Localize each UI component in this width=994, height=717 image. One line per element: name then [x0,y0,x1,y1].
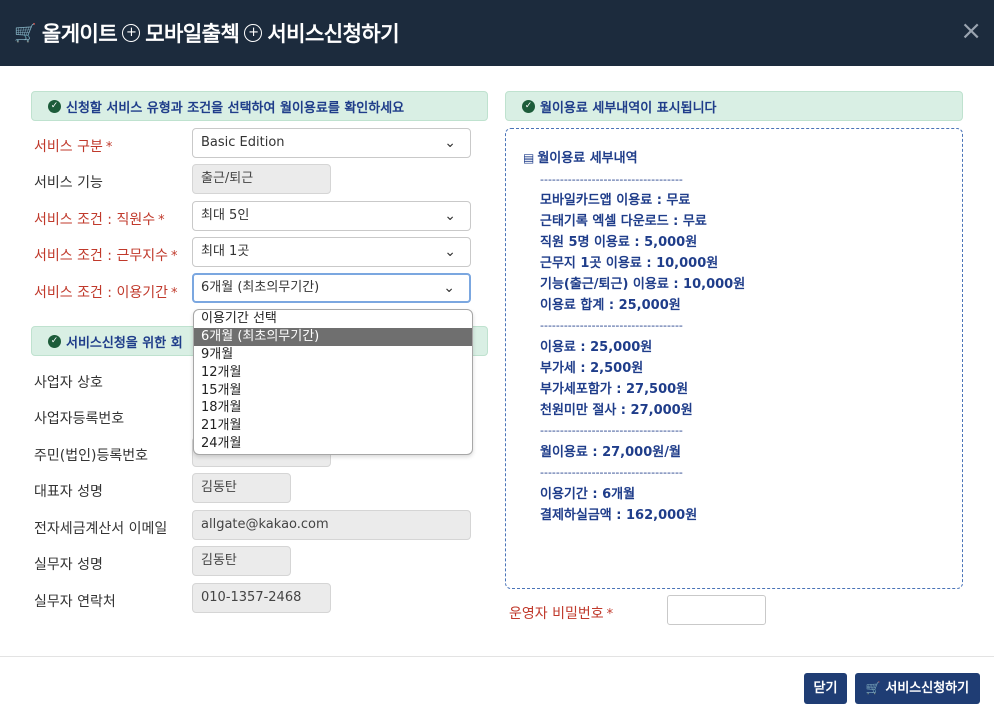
chevron-down-icon: ⌄ [444,244,456,260]
detail-line: 부가세포함가 : 27,500원 [540,382,689,397]
footer-divider [0,656,994,657]
required-mark: * [171,286,178,301]
title-action: 서비스신청하기 [267,22,400,46]
plus-circle-icon: + [122,24,141,42]
document-icon: ▤ [523,151,535,165]
fee-detail-banner: ✓ 월이용료 세부내역이 표시됩니다 [505,91,963,121]
close-icon[interactable]: × [960,18,982,44]
locations-label: 서비스 조건 : 근무지수 * [34,248,178,264]
total-amount-line: 결제하실금액 : 162,000원 [540,508,698,523]
period-option[interactable]: 이용기간 선택 [194,310,472,328]
detail-line: 근무지 1곳 이용료 : 10,000원 [540,256,719,271]
apply-service-button[interactable]: 🛒 서비스신청하기 [855,673,980,704]
required-mark: * [171,249,178,264]
required-mark: * [158,213,165,228]
period-option-selected[interactable]: 6개월 (최초의무기간) [194,327,472,346]
required-mark: * [606,607,614,622]
detail-line: 직원 5명 이용료 : 5,000원 [540,235,698,250]
ceo-name-field: 김동탄 [192,473,291,503]
banner-text: 신청할 서비스 유형과 조건을 선택하여 월이용료를 확인하세요 [66,100,405,116]
period-label: 서비스 조건 : 이용기간 * [34,285,178,301]
locations-select[interactable]: 최대 1곳 ⌄ [192,237,471,267]
close-button[interactable]: 닫기 [804,673,847,704]
period-option[interactable]: 15개월 [194,382,472,400]
required-mark: * [105,140,113,155]
separator: ------------------------------------ [540,426,683,436]
detail-line: 이용료 : 25,000원 [540,340,653,355]
employees-label: 서비스 조건 : 직원수 * [34,212,165,228]
business-number-label: 사업자등록번호 [34,411,125,427]
operator-password-label: 운영자 비밀번호 * [509,606,614,622]
company-name-label: 사업자 상호 [34,375,103,391]
period-select[interactable]: 6개월 (최초의무기간) ⌄ [192,273,471,303]
service-function-field: 출근/퇴근 [192,164,331,194]
employees-select[interactable]: 최대 5인 ⌄ [192,201,471,231]
detail-line: 근태기록 엑셀 다운로드 : 무료 [540,214,707,229]
title-brand: 올게이트 [41,22,118,46]
period-option[interactable]: 24개월 [194,435,472,453]
tax-email-label: 전자세금계산서 이메일 [34,521,168,537]
cart-icon: 🛒 [865,681,881,695]
detail-line: 천원미만 절사 : 27,000원 [540,403,693,418]
staff-phone-label: 실무자 연락처 [34,594,116,610]
separator: ------------------------------------ [540,468,683,478]
check-circle-icon: ✓ [48,99,61,113]
chevron-down-icon: ⌄ [443,280,455,296]
period-option[interactable]: 12개월 [194,364,472,382]
period-dropdown-list: 이용기간 선택 6개월 (최초의무기간) 9개월 12개월 15개월 18개월 … [193,309,473,455]
detail-line: 이용료 합계 : 25,000원 [540,298,681,313]
check-circle-icon: ✓ [48,334,61,348]
separator: ------------------------------------ [540,321,683,331]
banner-text: 월이용료 세부내역이 표시됩니다 [540,100,717,116]
staff-phone-field: 010-1357-2468 [192,583,331,613]
monthly-fee-line: 월이용료 : 27,000원/월 [540,445,681,460]
detail-line: 부가세 : 2,500원 [540,361,644,376]
chevron-down-icon: ⌄ [444,208,456,224]
period-option[interactable]: 21개월 [194,417,472,435]
modal-title: 🛒 올게이트 + 모바일출첵 + 서비스신청하기 [14,0,400,66]
detail-line: 기능(출근/퇴근) 이용료 : 10,000원 [540,277,746,292]
service-type-select[interactable]: Basic Edition ⌄ [192,128,471,158]
detail-line: 모바일카드앱 이용료 : 무료 [540,193,691,208]
cart-icon: 🛒 [14,22,36,44]
staff-name-label: 실무자 성명 [34,557,103,573]
resident-number-label: 주민(법인)등록번호 [34,448,148,464]
service-function-label: 서비스 기능 [34,175,103,191]
modal-header: 🛒 올게이트 + 모바일출첵 + 서비스신청하기 × [0,0,994,66]
ceo-name-label: 대표자 성명 [34,484,103,500]
fee-detail-title: ▤ 월이용료 세부내역 [523,151,638,166]
banner-text: 서비스신청을 위한 회 [66,335,183,351]
service-type-label: 서비스 구분 * [34,139,113,155]
separator: ------------------------------------ [540,175,683,185]
check-circle-icon: ✓ [522,99,535,113]
operator-password-input[interactable] [667,595,766,625]
title-product: 모바일출첵 [145,22,240,46]
plus-circle-icon: + [244,24,263,42]
chevron-down-icon: ⌄ [444,135,456,151]
staff-name-field: 김동탄 [192,546,291,576]
period-option[interactable]: 9개월 [194,346,472,364]
service-condition-banner: ✓ 신청할 서비스 유형과 조건을 선택하여 월이용료를 확인하세요 [31,91,488,121]
fee-detail-panel: ▤ 월이용료 세부내역 -----------------------------… [505,128,963,589]
tax-email-field: allgate@kakao.com [192,510,471,540]
period-option[interactable]: 18개월 [194,399,472,417]
detail-line: 이용기간 : 6개월 [540,487,636,502]
